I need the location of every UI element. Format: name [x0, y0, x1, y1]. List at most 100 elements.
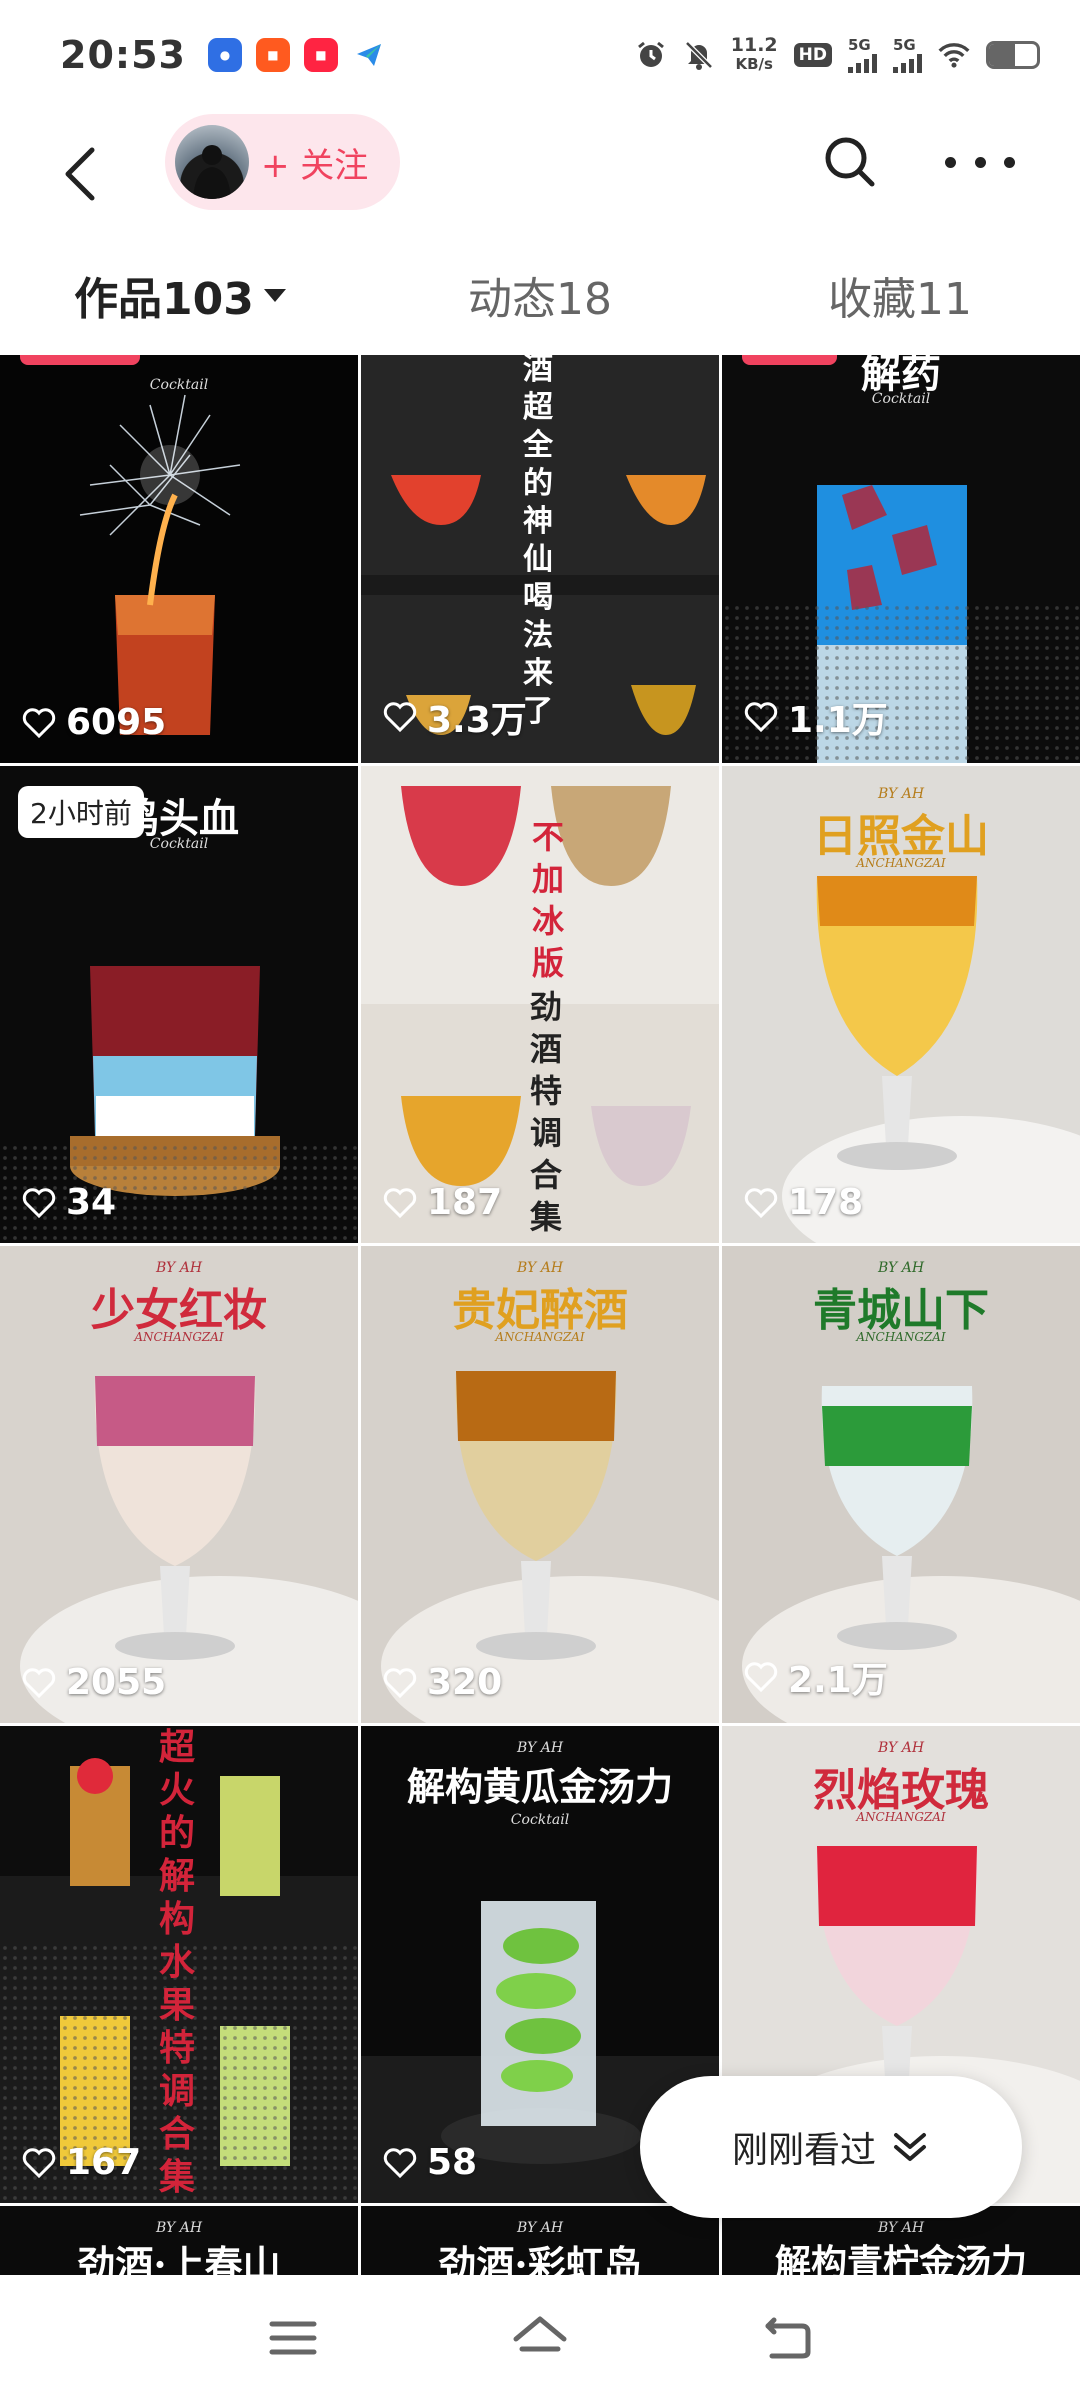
follow-button[interactable]: + 关注	[165, 114, 400, 210]
tab-activity-label: 动态18	[468, 274, 612, 325]
post-tile[interactable]: BY AH 日照金山 ANCHANGZAI 178	[722, 766, 1080, 1243]
like-count-value: 1.1万	[788, 700, 888, 741]
menu-nav-button[interactable]	[263, 2308, 323, 2368]
amber-drink-image	[381, 1371, 719, 1723]
heart-icon	[744, 702, 778, 733]
post-tile[interactable]: BY AH 劲酒·彩虹岛	[361, 2206, 719, 2275]
system-nav-bar	[0, 2275, 1080, 2400]
like-count: 2.1万	[744, 1651, 888, 1703]
post-tile[interactable]: 鸡头血 Cocktail 2小时前 34	[0, 766, 358, 1243]
tab-works-label: 作品103	[74, 274, 254, 325]
heart-icon	[383, 1187, 417, 1218]
like-count-value: 320	[427, 1662, 503, 1703]
recently-viewed-button[interactable]: 刚刚看过	[640, 2076, 1022, 2218]
caret-down-icon	[263, 288, 286, 302]
like-count: 34	[22, 1182, 116, 1223]
like-count-value: 187	[427, 1182, 503, 1223]
taobao-app-icon: ■	[255, 38, 290, 72]
pink-drink-image	[20, 1376, 358, 1723]
heart-icon	[383, 1667, 417, 1698]
like-count: 178	[744, 1182, 863, 1223]
home-nav-button[interactable]	[510, 2308, 570, 2368]
like-count-value: 2055	[66, 1662, 167, 1703]
like-count: 2055	[22, 1662, 166, 1703]
signal-sim2-icon: 5G	[893, 35, 922, 73]
post-tile[interactable]: BY AH 贵妃醉酒 ANCHANGZAI 320	[361, 1246, 719, 1723]
back-button[interactable]	[60, 134, 120, 214]
like-count-value: 167	[66, 2142, 142, 2183]
post-tile[interactable]: Cocktail 6095	[0, 355, 358, 763]
profile-tabs: 作品103 动态18 收藏11	[0, 240, 1080, 350]
mute-bell-icon	[683, 39, 715, 71]
search-button[interactable]	[820, 132, 880, 192]
like-count-value: 2.1万	[788, 1660, 888, 1701]
post-tile[interactable]: 超火的解构水果特调合集 167	[0, 1726, 358, 2203]
signal-sim1-icon: 5G	[848, 35, 877, 73]
battery-icon	[986, 41, 1040, 69]
tab-favorites-label: 收藏11	[828, 274, 972, 325]
menu-icon	[269, 2321, 317, 2354]
time-badge: 2小时前	[18, 786, 144, 838]
like-count: 187	[383, 1182, 502, 1223]
hd-badge: HD	[793, 43, 832, 67]
like-count-value: 58	[427, 2142, 478, 2183]
baidu-app-icon: ●	[207, 38, 242, 72]
like-count: 320	[383, 1662, 502, 1703]
tile-title: 劲酒·上春山	[77, 2242, 281, 2275]
like-count: 167	[22, 2142, 141, 2183]
more-options-button[interactable]	[945, 132, 1015, 192]
tab-activity[interactable]: 动态18	[360, 240, 720, 350]
post-tile[interactable]: 酒超全的神仙喝法来了 3.3万	[361, 355, 719, 763]
recently-viewed-label: 刚刚看过	[731, 2130, 876, 2171]
like-count: 6095	[22, 702, 166, 743]
dot	[1004, 156, 1015, 168]
like-count-value: 3.3万	[427, 700, 527, 741]
follow-label: + 关注	[261, 145, 369, 186]
net-speed-unit: KB/s	[735, 55, 773, 73]
tile-vertical-title: 劲酒特调合集	[529, 988, 562, 1236]
sim1-label: 5G	[848, 35, 871, 54]
wifi-icon	[938, 39, 970, 71]
back-arrow-icon	[765, 2317, 811, 2358]
double-chevron-down-icon	[894, 2133, 926, 2161]
heart-icon	[383, 702, 417, 733]
net-speed-value: 11.2	[730, 34, 778, 56]
like-count-value: 178	[788, 1182, 864, 1223]
heart-icon	[744, 1187, 778, 1218]
avatar[interactable]	[175, 125, 249, 199]
tab-favorites[interactable]: 收藏11	[720, 240, 1080, 350]
tile-vertical-title: 酒超全的神仙喝法来了	[523, 355, 553, 729]
sim2-label: 5G	[893, 35, 916, 54]
like-count-value: 6095	[66, 702, 167, 743]
heart-icon	[22, 1187, 56, 1218]
xiaohongshu-app-icon: ■	[303, 38, 338, 72]
golden-drink-image	[782, 876, 1080, 1243]
heart-icon	[744, 1662, 778, 1693]
works-grid: Cocktail 6095 酒超全的神仙喝法来了 3.3万 解药 Cocktai…	[0, 355, 1080, 2275]
heart-icon	[383, 2147, 417, 2178]
status-time: 20:53	[60, 33, 186, 77]
like-count: 58	[383, 2142, 477, 2183]
back-nav-button[interactable]	[757, 2308, 817, 2368]
tile-title: 解构青柠金汤力	[774, 2242, 1027, 2275]
tab-works[interactable]: 作品103	[0, 240, 360, 350]
tile-vertical-title: 超火的解构水果特调合集	[158, 1726, 195, 2198]
heart-icon	[22, 2147, 56, 2178]
like-count: 1.1万	[744, 691, 888, 743]
home-icon	[513, 2316, 567, 2351]
post-tile[interactable]: 解药 Cocktail 1.1万	[722, 355, 1080, 763]
tile-title: 劲酒·彩虹岛	[438, 2242, 642, 2275]
post-tile[interactable]: BY AH 少女红妆 ANCHANGZAI 2055	[0, 1246, 358, 1723]
like-count-value: 34	[66, 1182, 117, 1223]
post-tile[interactable]: BY AH 劲酒·上春山	[0, 2206, 358, 2275]
like-count: 3.3万	[383, 691, 527, 743]
post-tile[interactable]: 不加冰版 劲酒特调合集 187	[361, 766, 719, 1243]
chevron-left-icon	[65, 147, 95, 201]
feishu-app-icon	[351, 38, 386, 72]
alarm-icon	[635, 39, 667, 71]
dot	[974, 156, 986, 168]
tile-vertical-title: 不加冰版	[531, 818, 564, 982]
post-tile[interactable]: BY AH 青城山下 ANCHANGZAI 2.1万	[722, 1246, 1080, 1723]
profile-header: + 关注	[0, 110, 1080, 240]
dot	[945, 156, 956, 168]
